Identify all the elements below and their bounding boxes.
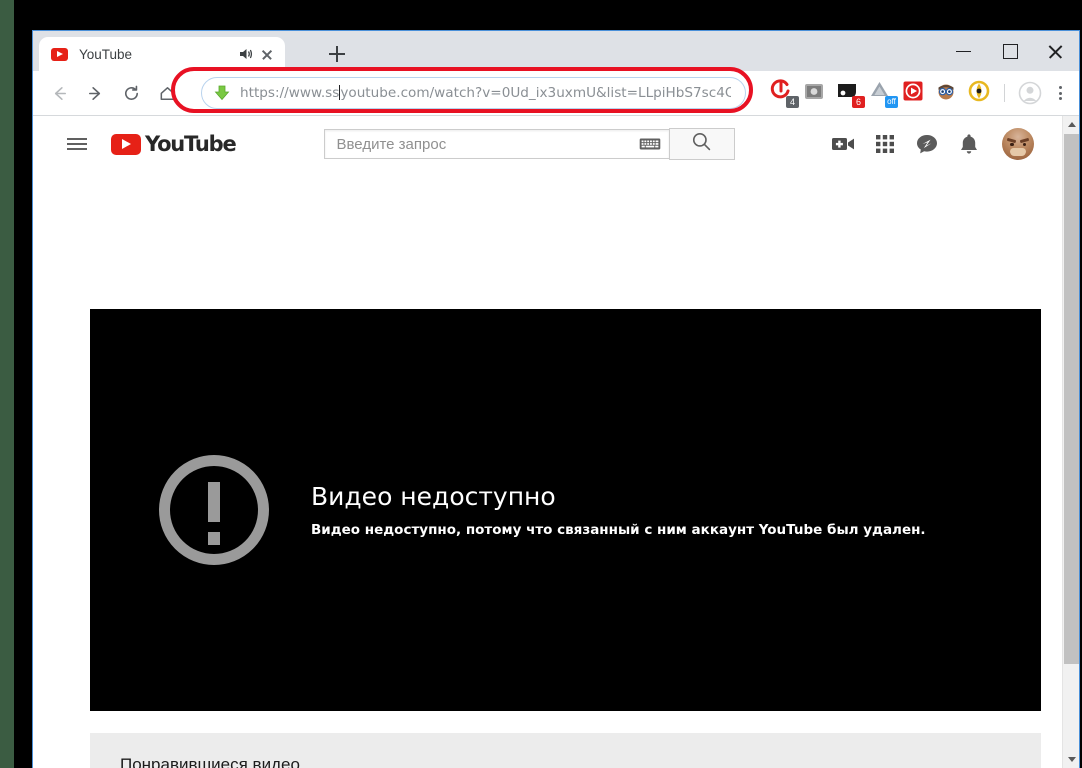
url-prefix: https://www.ss [240,84,340,101]
translate-extension-icon[interactable] [933,78,963,108]
three-dot-menu-icon[interactable] [1047,78,1073,108]
minimize-window-button[interactable] [941,31,987,71]
vpn-extension-icon[interactable]: off [867,78,898,108]
avatar-eye-left [1010,142,1014,146]
toolbar-divider [1004,84,1005,102]
hamburger-menu-icon[interactable] [65,132,89,156]
youtube-play-icon [111,133,141,155]
tab-strip: YouTube [33,31,1079,71]
avatar-mouth [1010,148,1026,156]
adblock-badge: 4 [786,96,799,108]
video-error-subtitle: Видео недоступно, потому что связанный с… [311,522,926,538]
extensions-area: 4 6 off [765,78,1079,108]
close-window-button[interactable] [1033,31,1079,71]
vpn-badge: off [885,96,898,108]
playlist-panel: Понравившиеся видео Ограниченный доступ … [90,733,1041,768]
forward-button[interactable] [79,77,111,109]
video-error-title: Видео недоступно [311,482,556,511]
maximize-window-button[interactable] [987,31,1033,71]
browser-tab-youtube[interactable]: YouTube [39,37,285,71]
messages-icon[interactable] [906,124,948,164]
notes-badge: 6 [852,96,865,108]
youtube-logo-text: YouTube [145,132,237,156]
adblock-extension-icon[interactable]: 4 [768,78,799,108]
youtube-search-area: Введите запрос [323,128,735,160]
youtube-page: YouTube Введите запрос Видео недоступно … [33,116,1062,768]
scroll-thumb[interactable] [1064,134,1079,664]
screenshot-root: YouTube https://www.ssyoutube.com/watch?… [0,0,1082,768]
chrome-browser-window: YouTube https://www.ssyoutube.com/watch?… [32,30,1080,768]
window-controls [941,31,1079,71]
back-button[interactable] [43,77,75,109]
tab-close-icon[interactable] [257,44,277,64]
search-input[interactable]: Введите запрос [323,129,669,159]
new-tab-button[interactable] [323,40,351,68]
reload-button[interactable] [115,77,147,109]
tab-title: YouTube [79,46,133,62]
search-button[interactable] [668,128,735,160]
video-error-text-block: Видео недоступно Видео недоступно, потом… [311,482,926,538]
video-player[interactable]: Видео недоступно Видео недоступно, потом… [90,309,1041,711]
magnifier-icon [691,131,712,157]
address-bar[interactable]: https://www.ssyoutube.com/watch?v=0Ud_ix… [201,76,746,109]
youtube-logo[interactable]: YouTube [111,132,237,156]
speaker-playing-icon[interactable] [235,44,255,64]
exclamation-circle-icon [159,455,269,565]
virtual-keyboard-icon[interactable] [639,137,661,151]
tampermonkey-extension-icon[interactable] [966,78,996,108]
home-button[interactable] [151,77,183,109]
page-viewport: YouTube Введите запрос Видео недоступно … [33,116,1079,768]
browser-toolbar: https://www.ssyoutube.com/watch?v=0Ud_ix… [33,71,1079,116]
scroll-up-arrow[interactable] [1063,116,1079,133]
address-bar-text: https://www.ssyoutube.com/watch?v=0Ud_ix… [240,84,731,101]
playlist-title: Понравившиеся видео [120,755,300,768]
create-video-icon[interactable] [822,124,864,164]
youtube-favicon [51,47,68,61]
green-download-arrow-icon[interactable] [212,83,232,103]
url-suffix: youtube.com/watch?v=0Ud_ix3uxmU&list=LLp… [340,84,731,101]
avatar-eye-right [1022,142,1026,146]
youtube-header-actions [822,124,1044,164]
user-avatar[interactable] [1002,128,1034,160]
omnibox-area: https://www.ssyoutube.com/watch?v=0Ud_ix… [191,71,765,116]
notes-extension-icon[interactable]: 6 [834,78,865,108]
youtube-apps-grid-icon[interactable] [864,124,906,164]
scroll-down-arrow[interactable] [1063,751,1079,768]
vertical-scrollbar[interactable] [1062,116,1079,768]
youtube-masthead: YouTube Введите запрос [33,116,1062,172]
video-error-message: Видео недоступно Видео недоступно, потом… [90,309,1041,711]
video-downloader-extension-icon[interactable] [900,78,930,108]
profile-avatar-icon[interactable] [1015,78,1045,108]
screenshot-extension-icon[interactable] [801,78,831,108]
desktop-background-strip [0,0,14,768]
notifications-bell-icon[interactable] [948,124,990,164]
search-input-placeholder: Введите запрос [336,135,447,153]
